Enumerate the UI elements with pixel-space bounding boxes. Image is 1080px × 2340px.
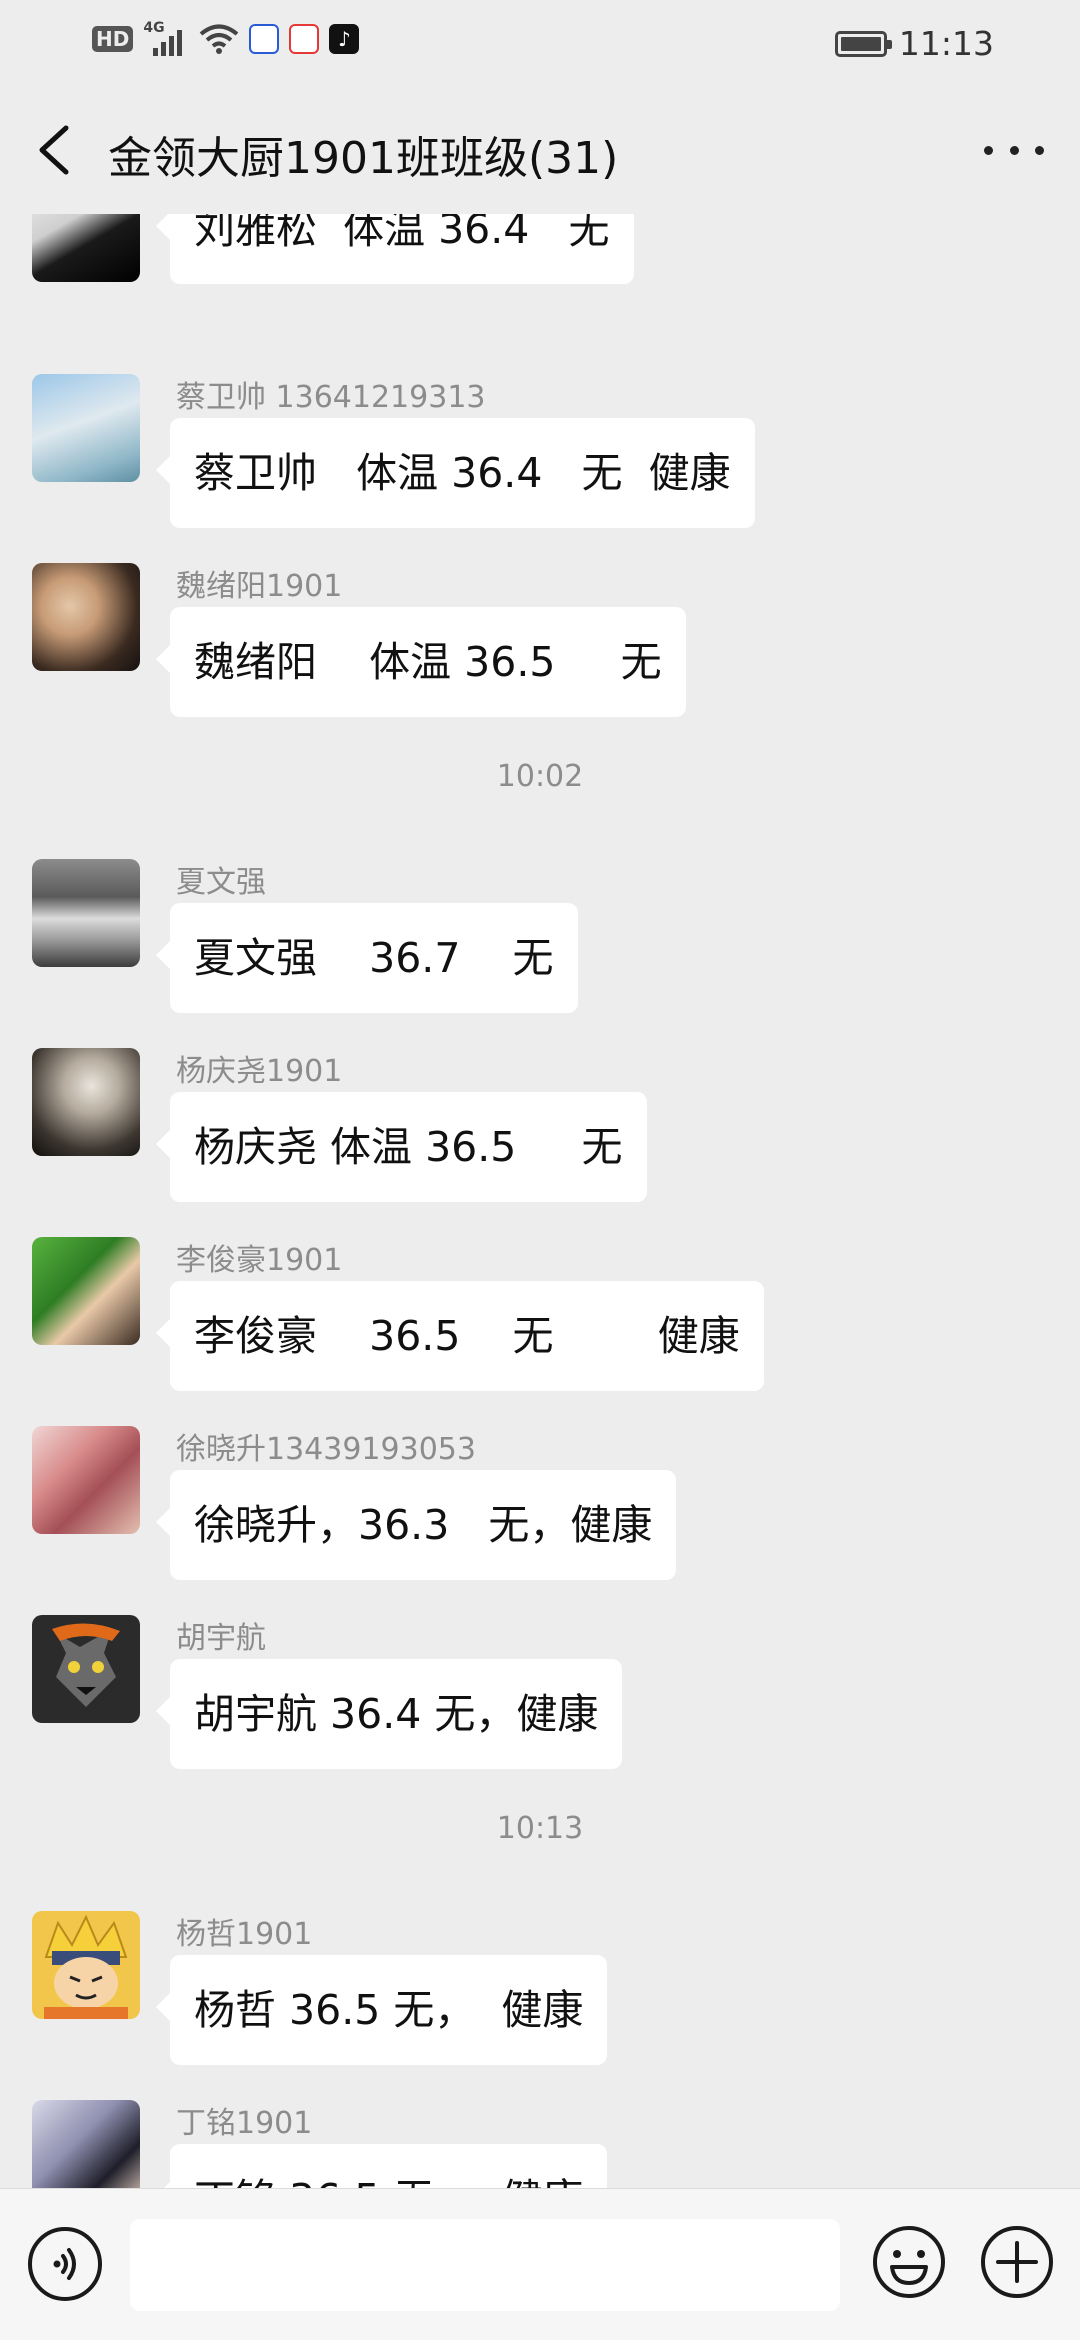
timestamp: 10:02 bbox=[496, 759, 584, 794]
input-bar bbox=[0, 2188, 1080, 2340]
message-bubble[interactable]: 李俊豪 36.5 无 健康 bbox=[156, 1281, 764, 1391]
avatar[interactable] bbox=[32, 563, 140, 671]
avatar[interactable] bbox=[32, 1048, 140, 1156]
sender-name: 蔡卫帅 13641219313 bbox=[176, 380, 486, 415]
chat-header: 金领大厨1901班班级(31) bbox=[0, 84, 1080, 214]
sender-name: 徐晓升13439193053 bbox=[176, 1432, 476, 1467]
sender-name: 魏绪阳1901 bbox=[176, 569, 343, 604]
baidu-app-icon bbox=[249, 24, 280, 54]
tiktok-app-icon: ♪ bbox=[329, 24, 360, 54]
message-bubble[interactable]: 魏绪阳 体温 36.5 无 bbox=[156, 607, 686, 717]
emoji-icon[interactable] bbox=[870, 2223, 948, 2301]
sender-name: 丁铭1901 bbox=[176, 2106, 313, 2141]
voice-icon[interactable] bbox=[28, 2227, 102, 2301]
avatar[interactable] bbox=[32, 1237, 140, 1345]
avatar[interactable] bbox=[32, 2100, 140, 2188]
message-bubble[interactable]: 胡宇航 36.4 无，健康 bbox=[155, 1659, 623, 1769]
avatar[interactable] bbox=[32, 214, 140, 282]
message-bubble[interactable]: 杨哲 36.5 无， 健康 bbox=[155, 1955, 608, 2065]
plus-icon[interactable] bbox=[978, 2223, 1056, 2301]
status-bar: HD 4G ♪ 11:13 bbox=[0, 0, 1080, 84]
map-app-icon bbox=[289, 24, 320, 54]
message-input[interactable] bbox=[130, 2219, 840, 2311]
status-icons: HD 4G ♪ bbox=[92, 20, 360, 56]
hd-badge: HD bbox=[92, 26, 134, 52]
chat-title: 金领大厨1901班班级(31) bbox=[108, 133, 619, 184]
sender-name: 胡宇航 bbox=[176, 1621, 266, 1656]
sender-name: 杨哲1901 bbox=[176, 1917, 313, 1952]
message-bubble[interactable]: 蔡卫帅 体温 36.4 无 健康 bbox=[156, 418, 755, 528]
sender-name: 夏文强 bbox=[176, 865, 266, 900]
message-bubble[interactable]: 夏文强 36.7 无 bbox=[156, 903, 578, 1013]
message-bubble[interactable]: 徐晓升，36.3 无，健康 bbox=[155, 1470, 677, 1580]
signal-icon: 4G bbox=[143, 20, 189, 56]
timestamp: 10:13 bbox=[496, 1811, 584, 1846]
sender-name: 杨庆尧1901 bbox=[176, 1054, 343, 1089]
battery-icon bbox=[834, 30, 892, 57]
avatar[interactable] bbox=[32, 1615, 140, 1723]
wifi-icon bbox=[200, 24, 239, 54]
message-bubble[interactable]: 杨庆尧 体温 36.5 无 bbox=[156, 1092, 647, 1202]
status-right: 11:13 bbox=[834, 24, 994, 63]
avatar[interactable] bbox=[32, 1426, 140, 1534]
message-bubble[interactable]: 刘雅松 体温 36.4 无 bbox=[156, 214, 634, 284]
back-arrow-icon[interactable] bbox=[28, 120, 84, 180]
avatar[interactable] bbox=[32, 374, 140, 482]
more-options-icon[interactable] bbox=[984, 132, 1044, 168]
sender-name: 李俊豪1901 bbox=[176, 1243, 343, 1278]
message-bubble[interactable]: 丁铭 36.5 无， 健康 bbox=[155, 2144, 608, 2188]
chat-message-list[interactable]: 刘雅松 体温 36.4 无 蔡卫帅 13641219313 蔡卫帅 体温 36.… bbox=[0, 214, 1080, 2188]
avatar[interactable] bbox=[32, 859, 140, 967]
clock: 11:13 bbox=[898, 24, 994, 63]
avatar[interactable] bbox=[32, 1911, 140, 2019]
